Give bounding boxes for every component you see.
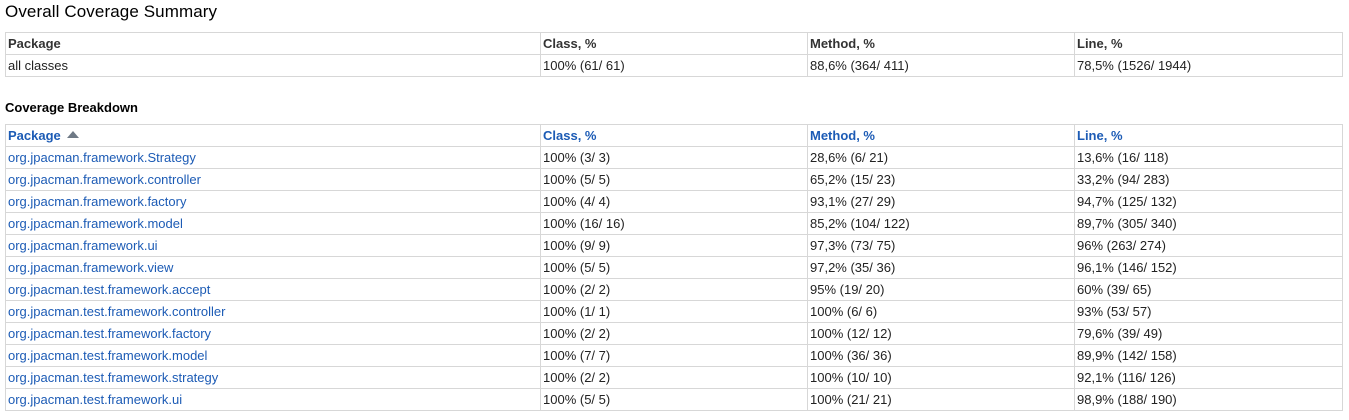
package-link[interactable]: org.jpacman.framework.model [8, 216, 183, 231]
package-cell: org.jpacman.framework.ui [5, 234, 541, 257]
method-coverage-cell: 28,6% (6/ 21) [807, 146, 1075, 169]
table-row: org.jpacman.test.framework.factory 100% (… [5, 322, 1343, 345]
package-link[interactable]: org.jpacman.framework.Strategy [8, 150, 196, 165]
sort-by-package-link[interactable]: Package [8, 128, 61, 143]
line-coverage-cell: 89,9% (142/ 158) [1074, 344, 1343, 367]
line-coverage-cell: 89,7% (305/ 340) [1074, 212, 1343, 235]
method-coverage-cell: 100% (6/ 6) [807, 300, 1075, 323]
package-cell: org.jpacman.framework.view [5, 256, 541, 279]
package-link[interactable]: org.jpacman.test.framework.model [8, 348, 207, 363]
package-link[interactable]: org.jpacman.test.framework.strategy [8, 370, 218, 385]
line-coverage-cell: 13,6% (16/ 118) [1074, 146, 1343, 169]
table-row: org.jpacman.framework.ui 100% (9/ 9) 97,3%… [5, 234, 1343, 257]
table-row: org.jpacman.framework.model 100% (16/ 16)… [5, 212, 1343, 235]
summary-header-method: Method, % [807, 32, 1075, 55]
package-cell: org.jpacman.test.framework.accept [5, 278, 541, 301]
package-link[interactable]: org.jpacman.framework.ui [8, 238, 158, 253]
package-link[interactable]: org.jpacman.framework.factory [8, 194, 186, 209]
sort-by-class-link[interactable]: Class, % [543, 128, 596, 143]
table-row: org.jpacman.framework.controller 100% (5/… [5, 168, 1343, 191]
class-coverage-cell: 100% (2/ 2) [540, 366, 808, 389]
breakdown-header-line-cell: Line, % [1074, 124, 1343, 147]
class-coverage-cell: 100% (4/ 4) [540, 190, 808, 213]
line-coverage-cell: 33,2% (94/ 283) [1074, 168, 1343, 191]
line-coverage-cell: 93% (53/ 57) [1074, 300, 1343, 323]
package-cell: org.jpacman.test.framework.strategy [5, 366, 541, 389]
breakdown-title: Coverage Breakdown [5, 100, 138, 115]
method-coverage-cell: 100% (12/ 12) [807, 322, 1075, 345]
package-cell: org.jpacman.framework.Strategy [5, 146, 541, 169]
summary-package: all classes [5, 54, 541, 77]
class-coverage-cell: 100% (7/ 7) [540, 344, 808, 367]
line-coverage-cell: 60% (39/ 65) [1074, 278, 1343, 301]
overall-summary-table: Package Class, % Method, % Line, % all c… [5, 32, 1343, 77]
package-link[interactable]: org.jpacman.test.framework.accept [8, 282, 210, 297]
package-cell: org.jpacman.test.framework.model [5, 344, 541, 367]
package-link[interactable]: org.jpacman.framework.view [8, 260, 173, 275]
line-coverage-cell: 96% (263/ 274) [1074, 234, 1343, 257]
package-cell: org.jpacman.framework.controller [5, 168, 541, 191]
package-link[interactable]: org.jpacman.test.framework.controller [8, 304, 225, 319]
line-coverage-cell: 79,6% (39/ 49) [1074, 322, 1343, 345]
summary-header-class: Class, % [540, 32, 808, 55]
sort-by-line-link[interactable]: Line, % [1077, 128, 1123, 143]
summary-header-row: Package Class, % Method, % Line, % [5, 32, 1343, 55]
package-cell: org.jpacman.framework.factory [5, 190, 541, 213]
package-link[interactable]: org.jpacman.test.framework.ui [8, 392, 182, 407]
method-coverage-cell: 100% (36/ 36) [807, 344, 1075, 367]
table-row: org.jpacman.test.framework.ui 100% (5/ 5)… [5, 388, 1343, 411]
coverage-breakdown-table: Package Class, % Method, % Line, % org.j… [5, 124, 1343, 411]
package-cell: org.jpacman.test.framework.controller [5, 300, 541, 323]
table-row: org.jpacman.test.framework.controller 100… [5, 300, 1343, 323]
method-coverage-cell: 97,3% (73/ 75) [807, 234, 1075, 257]
line-coverage-cell: 98,9% (188/ 190) [1074, 388, 1343, 411]
table-row: org.jpacman.test.framework.accept 100% (2… [5, 278, 1343, 301]
sort-ascending-icon[interactable] [66, 131, 79, 138]
class-coverage-cell: 100% (5/ 5) [540, 256, 808, 279]
class-coverage-cell: 100% (9/ 9) [540, 234, 808, 257]
table-row: org.jpacman.framework.factory 100% (4/ 4)… [5, 190, 1343, 213]
class-coverage-cell: 100% (5/ 5) [540, 168, 808, 191]
package-cell: org.jpacman.test.framework.factory [5, 322, 541, 345]
line-coverage-cell: 92,1% (116/ 126) [1074, 366, 1343, 389]
breakdown-header-row: Package Class, % Method, % Line, % [5, 124, 1343, 147]
breakdown-header-method-cell: Method, % [807, 124, 1075, 147]
summary-row: all classes 100% (61/ 61) 88,6% (364/ 41… [5, 54, 1343, 77]
table-row: org.jpacman.test.framework.strategy 100% … [5, 366, 1343, 389]
class-coverage-cell: 100% (16/ 16) [540, 212, 808, 235]
breakdown-body: org.jpacman.framework.Strategy 100% (3/ 3… [5, 146, 1343, 411]
summary-line-coverage: 78,5% (1526/ 1944) [1074, 54, 1343, 77]
class-coverage-cell: 100% (3/ 3) [540, 146, 808, 169]
table-row: org.jpacman.test.framework.model 100% (7/… [5, 344, 1343, 367]
class-coverage-cell: 100% (2/ 2) [540, 278, 808, 301]
method-coverage-cell: 97,2% (35/ 36) [807, 256, 1075, 279]
sort-by-method-link[interactable]: Method, % [810, 128, 875, 143]
method-coverage-cell: 93,1% (27/ 29) [807, 190, 1075, 213]
breakdown-header-package-cell: Package [5, 124, 541, 147]
page-title: Overall Coverage Summary [5, 2, 218, 21]
summary-class-coverage: 100% (61/ 61) [540, 54, 808, 77]
method-coverage-cell: 95% (19/ 20) [807, 278, 1075, 301]
method-coverage-cell: 100% (21/ 21) [807, 388, 1075, 411]
package-link[interactable]: org.jpacman.framework.controller [8, 172, 201, 187]
method-coverage-cell: 65,2% (15/ 23) [807, 168, 1075, 191]
breakdown-header-class-cell: Class, % [540, 124, 808, 147]
class-coverage-cell: 100% (2/ 2) [540, 322, 808, 345]
line-coverage-cell: 94,7% (125/ 132) [1074, 190, 1343, 213]
summary-header-line: Line, % [1074, 32, 1343, 55]
class-coverage-cell: 100% (5/ 5) [540, 388, 808, 411]
package-cell: org.jpacman.framework.model [5, 212, 541, 235]
table-row: org.jpacman.framework.Strategy 100% (3/ 3… [5, 146, 1343, 169]
class-coverage-cell: 100% (1/ 1) [540, 300, 808, 323]
package-link[interactable]: org.jpacman.test.framework.factory [8, 326, 211, 341]
method-coverage-cell: 100% (10/ 10) [807, 366, 1075, 389]
summary-header-package: Package [5, 32, 541, 55]
line-coverage-cell: 96,1% (146/ 152) [1074, 256, 1343, 279]
method-coverage-cell: 85,2% (104/ 122) [807, 212, 1075, 235]
summary-method-coverage: 88,6% (364/ 411) [807, 54, 1075, 77]
package-cell: org.jpacman.test.framework.ui [5, 388, 541, 411]
table-row: org.jpacman.framework.view 100% (5/ 5) 97,… [5, 256, 1343, 279]
